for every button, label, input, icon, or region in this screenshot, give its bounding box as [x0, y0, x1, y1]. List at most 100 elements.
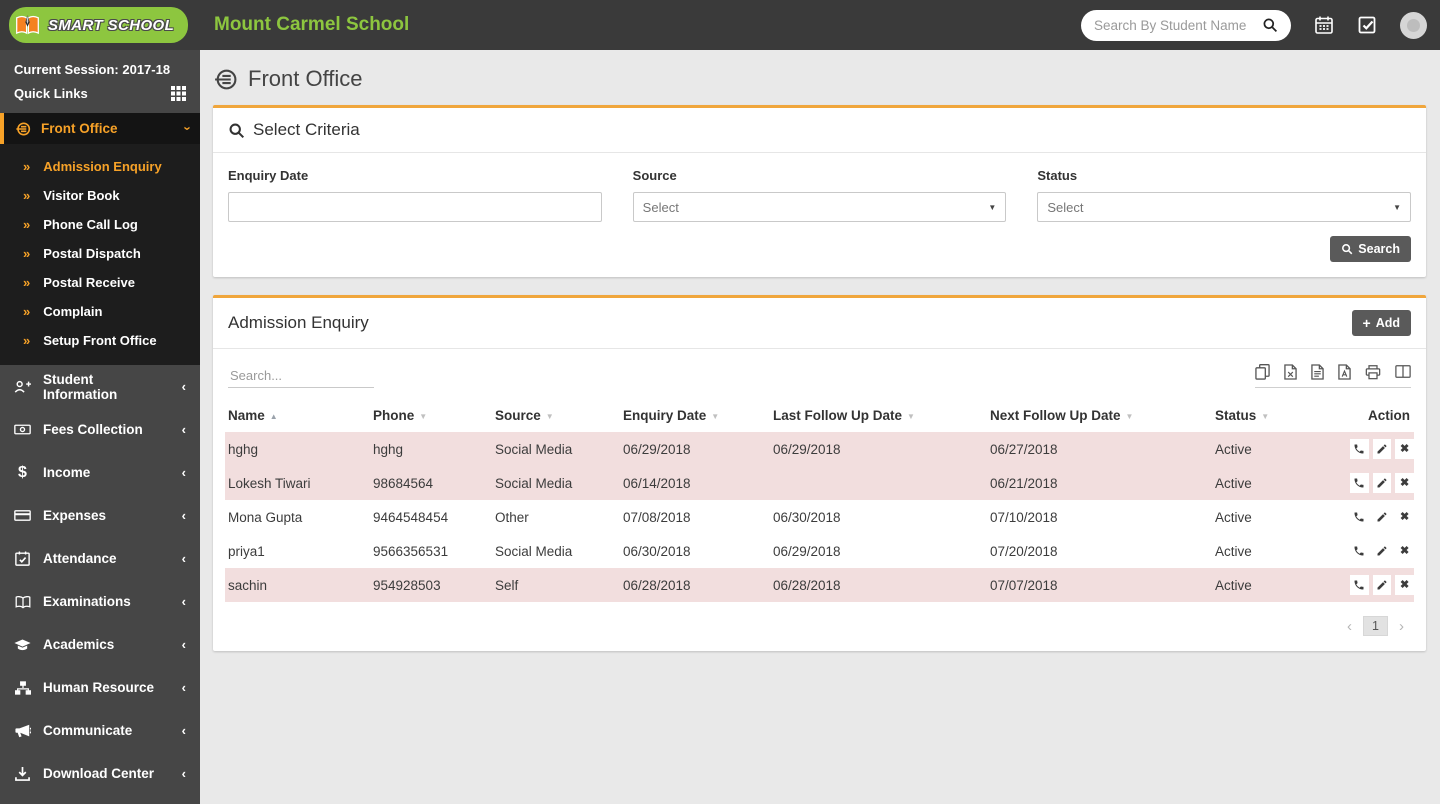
- sidebar-item-setup-front-office[interactable]: » Setup Front Office: [0, 326, 200, 355]
- sidebar-item-academics[interactable]: Academics ‹: [0, 623, 200, 666]
- cell-name: hghg: [225, 432, 370, 466]
- sidebar-nav: Current Session: 2017-18 Quick Links Fro…: [0, 50, 200, 804]
- school-name-title: Mount Carmel School: [214, 14, 409, 36]
- sidebar-item-income[interactable]: $ Income ‹: [0, 451, 200, 494]
- source-label: Source: [633, 168, 1007, 183]
- sidebar-item-complain[interactable]: » Complain: [0, 297, 200, 326]
- column-visibility-icon[interactable]: [1395, 364, 1411, 380]
- student-search-input[interactable]: [1094, 18, 1256, 33]
- pdf-export-icon[interactable]: [1338, 364, 1351, 380]
- sidebar-item-label: Attendance: [43, 551, 117, 566]
- quick-links-grid-icon[interactable]: [171, 86, 186, 101]
- sidebar-item-examinations[interactable]: Examinations ‹: [0, 580, 200, 623]
- sidebar-item-attendance[interactable]: Attendance ‹: [0, 537, 200, 580]
- cell-enquiry-date: 06/29/2018: [620, 432, 770, 466]
- user-plus-icon: [14, 379, 31, 394]
- call-action-icon[interactable]: [1350, 575, 1369, 595]
- chevron-left-icon: ‹: [182, 724, 186, 737]
- search-button[interactable]: Search: [1330, 236, 1411, 262]
- calendar-icon[interactable]: [1314, 15, 1334, 35]
- column-header-enquiry-date[interactable]: Enquiry Date▼: [620, 400, 770, 432]
- admission-enquiry-table: Name▲ Phone▼ Source▼ Enquiry Date▼ Last …: [225, 400, 1414, 602]
- call-action-icon[interactable]: [1350, 439, 1369, 459]
- sidebar-item-admission-enquiry[interactable]: » Admission Enquiry: [0, 152, 200, 181]
- sidebar-item-homework[interactable]: Homework ‹: [0, 795, 200, 804]
- pagination-next-icon[interactable]: ›: [1392, 617, 1411, 636]
- column-header-status[interactable]: Status▼: [1212, 400, 1347, 432]
- search-icon[interactable]: [1262, 17, 1278, 33]
- calendar-check-icon: [14, 551, 31, 566]
- table-search-input[interactable]: [228, 364, 374, 388]
- app-logo[interactable]: SMART SCHOOL: [0, 0, 200, 50]
- sidebar-item-fees-collection[interactable]: Fees Collection ‹: [0, 408, 200, 451]
- page-title: Front Office: [248, 66, 363, 92]
- edit-action-icon[interactable]: [1373, 507, 1392, 527]
- print-icon[interactable]: [1365, 364, 1381, 380]
- cell-source: Social Media: [492, 534, 620, 568]
- select-caret-icon: ▼: [1393, 203, 1401, 212]
- cell-next-follow-up: 07/10/2018: [987, 500, 1212, 534]
- source-select[interactable]: Select ▼: [633, 192, 1007, 222]
- select-criteria-panel: Select Criteria Enquiry Date Source Sele…: [213, 105, 1426, 277]
- edit-action-icon[interactable]: [1373, 541, 1392, 561]
- criteria-title: Select Criteria: [253, 120, 360, 140]
- sidebar-item-expenses[interactable]: Expenses ‹: [0, 494, 200, 537]
- column-header-source[interactable]: Source▼: [492, 400, 620, 432]
- chevron-left-icon: ‹: [182, 638, 186, 651]
- add-button[interactable]: + Add: [1352, 310, 1412, 336]
- cell-source: Social Media: [492, 432, 620, 466]
- sort-icon: ▼: [907, 412, 915, 421]
- student-search-box[interactable]: [1081, 10, 1291, 41]
- double-angle-icon: »: [23, 188, 30, 203]
- cell-enquiry-date: 06/30/2018: [620, 534, 770, 568]
- task-check-icon[interactable]: [1357, 15, 1377, 35]
- cell-next-follow-up: 07/07/2018: [987, 568, 1212, 602]
- pagination-prev-icon[interactable]: ‹: [1340, 617, 1359, 636]
- sidebar-item-visitor-book[interactable]: » Visitor Book: [0, 181, 200, 210]
- cell-last-follow-up: 06/28/2018: [770, 568, 987, 602]
- excel-export-icon[interactable]: [1284, 364, 1297, 380]
- delete-action-icon[interactable]: ✖: [1395, 439, 1414, 459]
- edit-action-icon[interactable]: [1373, 575, 1392, 595]
- copy-icon[interactable]: [1255, 364, 1270, 380]
- call-action-icon[interactable]: [1350, 507, 1369, 527]
- add-button-label: Add: [1376, 316, 1400, 330]
- column-header-next-follow-up[interactable]: Next Follow Up Date▼: [987, 400, 1212, 432]
- column-header-name[interactable]: Name▲: [225, 400, 370, 432]
- double-angle-icon: »: [23, 304, 30, 319]
- cell-phone: 954928503: [370, 568, 492, 602]
- sort-asc-icon: ▲: [270, 412, 278, 421]
- sort-icon: ▼: [546, 412, 554, 421]
- table-row: Lokesh Tiwari98684564Social Media06/14/2…: [225, 466, 1414, 500]
- delete-action-icon[interactable]: ✖: [1395, 575, 1414, 595]
- status-select[interactable]: Select ▼: [1037, 192, 1411, 222]
- edit-action-icon[interactable]: [1373, 473, 1392, 493]
- cell-name: sachin: [225, 568, 370, 602]
- sidebar-item-human-resource[interactable]: Human Resource ‹: [0, 666, 200, 709]
- file-text-icon[interactable]: [1311, 364, 1324, 380]
- column-header-phone[interactable]: Phone▼: [370, 400, 492, 432]
- user-avatar[interactable]: [1400, 12, 1427, 39]
- status-select-value: Select: [1047, 200, 1083, 215]
- delete-action-icon[interactable]: ✖: [1395, 473, 1414, 493]
- pagination-page-1[interactable]: 1: [1363, 616, 1388, 636]
- cell-next-follow-up: 06/27/2018: [987, 432, 1212, 466]
- sidebar-item-communicate[interactable]: Communicate ‹: [0, 709, 200, 752]
- sidebar-item-postal-dispatch[interactable]: » Postal Dispatch: [0, 239, 200, 268]
- call-action-icon[interactable]: [1350, 473, 1369, 493]
- sidebar-item-phone-call-log[interactable]: » Phone Call Log: [0, 210, 200, 239]
- cell-enquiry-date: 06/28/2018: [620, 568, 770, 602]
- sidebar-item-download-center[interactable]: Download Center ‹: [0, 752, 200, 795]
- call-action-icon[interactable]: [1350, 541, 1369, 561]
- enquiry-date-input[interactable]: [228, 192, 602, 222]
- bullhorn-icon: [14, 724, 31, 738]
- sidebar-item-front-office[interactable]: Front Office ‹: [0, 113, 200, 144]
- chevron-left-icon: ‹: [182, 681, 186, 694]
- sidebar-item-label: Income: [43, 465, 90, 480]
- column-header-last-follow-up[interactable]: Last Follow Up Date▼: [770, 400, 987, 432]
- sidebar-item-postal-receive[interactable]: » Postal Receive: [0, 268, 200, 297]
- sidebar-item-student-information[interactable]: Student Information ‹: [0, 365, 200, 408]
- edit-action-icon[interactable]: [1373, 439, 1392, 459]
- delete-action-icon[interactable]: ✖: [1395, 507, 1414, 527]
- delete-action-icon[interactable]: ✖: [1395, 541, 1414, 561]
